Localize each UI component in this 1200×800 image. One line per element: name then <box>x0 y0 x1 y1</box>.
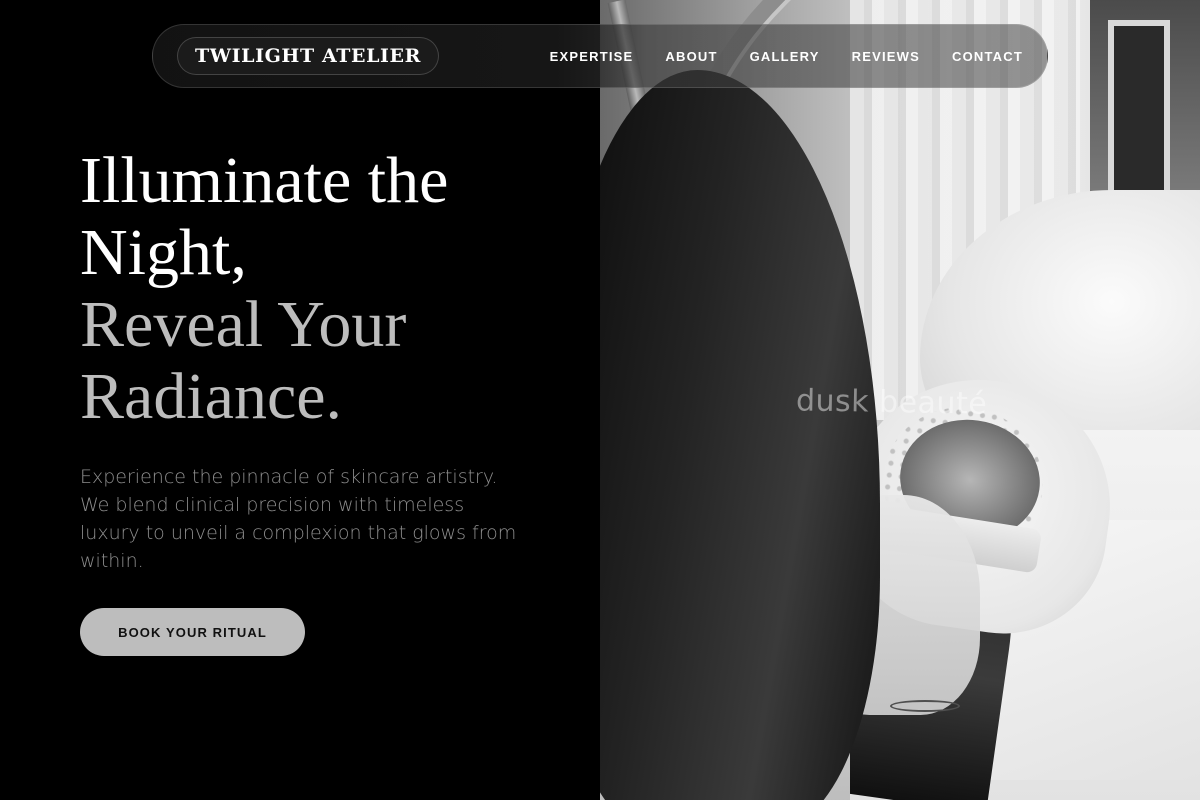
nav-link-gallery[interactable]: GALLERY <box>750 49 820 64</box>
nav-link-expertise[interactable]: EXPERTISE <box>550 49 634 64</box>
nav-link-reviews[interactable]: REVIEWS <box>852 49 920 64</box>
headline-line-2: Reveal Your Radiance. <box>80 288 407 433</box>
hero-section: Illuminate the Night, Reveal Your Radian… <box>80 145 580 575</box>
book-ritual-button[interactable]: BOOK YOUR RITUAL <box>80 608 305 656</box>
photo-watermark: dusk beauté <box>795 383 988 422</box>
nav-link-contact[interactable]: CONTACT <box>952 49 1023 64</box>
bracelet <box>890 700 960 712</box>
nav-links: EXPERTISE ABOUT GALLERY REVIEWS CONTACT <box>550 49 1023 64</box>
headline-line-1: Illuminate the Night, <box>80 144 449 289</box>
brand-logo[interactable]: TWILIGHT ATELIER <box>177 37 439 75</box>
hero-photo: dusk beauté <box>600 0 1200 800</box>
hero-subcopy: Experience the pinnacle of skincare arti… <box>80 466 517 572</box>
hero-headline: Illuminate the Night, Reveal Your Radian… <box>80 145 580 433</box>
top-navigation: TWILIGHT ATELIER EXPERTISE ABOUT GALLERY… <box>152 24 1048 88</box>
nav-link-about[interactable]: ABOUT <box>665 49 717 64</box>
